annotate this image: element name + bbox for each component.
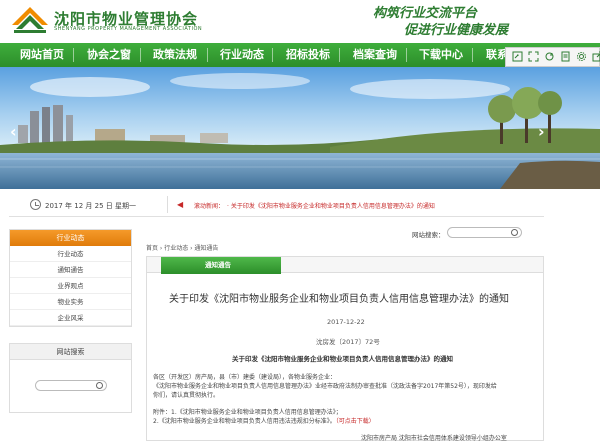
association-logo-icon[interactable] xyxy=(10,5,50,35)
export-icon[interactable] xyxy=(592,51,600,62)
slogan-line-2: 促进行业健康发展 xyxy=(404,23,509,38)
tab-strip: 通知通告 xyxy=(147,257,543,274)
article-subtitle: 关于印发《沈阳市物业服务企业和物业项目负责人信用信息管理办法》的通知 xyxy=(232,355,453,363)
nav-divider xyxy=(140,48,141,62)
sidebar-item-viewpoints[interactable]: 业界观点 xyxy=(10,278,131,294)
speaker-icon: ◀ xyxy=(177,200,184,209)
tab-notices[interactable]: 通知通告 xyxy=(161,257,281,274)
site-search-label: 网站搜索： xyxy=(412,231,445,239)
article-paragraph: 你们，请认真贯彻执行。 xyxy=(153,392,220,399)
sidebar-header: 行业动态 xyxy=(10,230,131,246)
city-lake-banner-image xyxy=(0,67,600,189)
current-date: 2017 年 12 月 25 日 星期一 xyxy=(45,202,136,210)
sidebar-search-panel: 网站搜索 xyxy=(9,343,132,413)
expand-icon[interactable] xyxy=(528,51,539,62)
search-icon[interactable] xyxy=(96,382,103,389)
site-search-input[interactable] xyxy=(447,227,522,238)
breadcrumb[interactable]: 首页 › 行业动态 › 通知通告 xyxy=(146,243,218,252)
document-number: 沈房发〔2017〕72号 xyxy=(316,338,380,346)
nav-divider xyxy=(472,48,473,62)
attachment-1[interactable]: 附件：1.《沈阳市物业服务企业和物业项目负责人信用信息管理办法》； xyxy=(153,407,342,416)
nav-divider xyxy=(272,48,273,62)
sidebar-category-panel: 行业动态 行业动态 通知通告 业界观点 物业实务 企业风采 xyxy=(9,229,132,327)
nav-divider xyxy=(73,48,74,62)
sidebar-item-practice[interactable]: 物业实务 xyxy=(10,294,131,310)
sidebar-item-enterprise[interactable]: 企业风采 xyxy=(10,310,131,326)
nav-archive-query[interactable]: 档案查询 xyxy=(353,43,397,67)
article-title: 关于印发《沈阳市物业服务企业和物业项目负责人信用信息管理办法》的通知 xyxy=(169,294,509,305)
nav-divider xyxy=(406,48,407,62)
hero-banner: ‹ › xyxy=(0,67,600,189)
nav-divider xyxy=(207,48,208,62)
document-icon[interactable] xyxy=(560,51,571,62)
site-header: 沈阳市物业管理协会 SHENYANG PROPERTY MANAGEMENT A… xyxy=(0,0,600,40)
article-paragraph: 《沈阳市物业服务企业和物业项目负责人信用信息管理办法》业经市政府法制办审查批准（… xyxy=(153,383,497,390)
attachment-2: 2.《沈阳市物业服务企业和物业项目负责人信用违法违规扣分标准》。（可点击下载） xyxy=(153,416,375,425)
scrolling-news-link[interactable]: · 关于印发《沈阳市物业服务企业和物业项目负责人信用信息管理办法》的通知 xyxy=(227,201,435,210)
nav-policy[interactable]: 政策法规 xyxy=(153,43,197,67)
clock-icon xyxy=(30,199,41,210)
download-hint[interactable]: （可点击下载） xyxy=(336,418,375,425)
sidebar-item-industry-news[interactable]: 行业动态 xyxy=(10,246,131,262)
search-icon[interactable] xyxy=(511,229,518,236)
share-icon[interactable] xyxy=(512,51,523,62)
sidebar-search-header: 网站搜索 xyxy=(10,344,131,360)
divider xyxy=(167,196,168,213)
nav-home[interactable]: 网站首页 xyxy=(20,43,64,67)
brand-english-name: SHENYANG PROPERTY MANAGEMENT ASSOCIATION xyxy=(54,26,203,32)
article-signature: 沈阳市房产局 沈阳市社会信用体系建设领导小组办公室 xyxy=(361,435,507,441)
nav-download-center[interactable]: 下载中心 xyxy=(419,43,463,67)
nav-bidding[interactable]: 招标投标 xyxy=(286,43,330,67)
banner-next-arrow-icon[interactable]: › xyxy=(538,122,545,141)
floating-toolbar xyxy=(505,47,600,67)
sidebar-item-notices[interactable]: 通知通告 xyxy=(10,262,131,278)
refresh-icon[interactable] xyxy=(544,51,555,62)
sidebar-search-input[interactable] xyxy=(35,380,107,391)
article-paragraph: 各区（开发区）房产局，县（市）建委（建设局），各物业服务企业： xyxy=(153,374,337,381)
scrolling-news-label: 滚动新闻： xyxy=(194,203,225,210)
nav-divider xyxy=(339,48,340,62)
nav-industry-news[interactable]: 行业动态 xyxy=(220,43,264,67)
attachment-2-link[interactable]: 2.《沈阳市物业服务企业和物业项目负责人信用违法违规扣分标准》。 xyxy=(153,418,336,425)
settings-icon[interactable] xyxy=(576,51,587,62)
page: 沈阳市物业管理协会 SHENYANG PROPERTY MANAGEMENT A… xyxy=(0,0,600,441)
article-date: 2017-12-22 xyxy=(327,318,365,326)
article-panel: 通知通告 关于印发《沈阳市物业服务企业和物业项目负责人信用信息管理办法》的通知 … xyxy=(146,256,544,441)
nav-association[interactable]: 协会之窗 xyxy=(87,43,131,67)
banner-prev-arrow-icon[interactable]: ‹ xyxy=(10,122,17,141)
info-bar: 2017 年 12 月 25 日 星期一 ◀ 滚动新闻： · 关于印发《沈阳市物… xyxy=(9,193,544,217)
